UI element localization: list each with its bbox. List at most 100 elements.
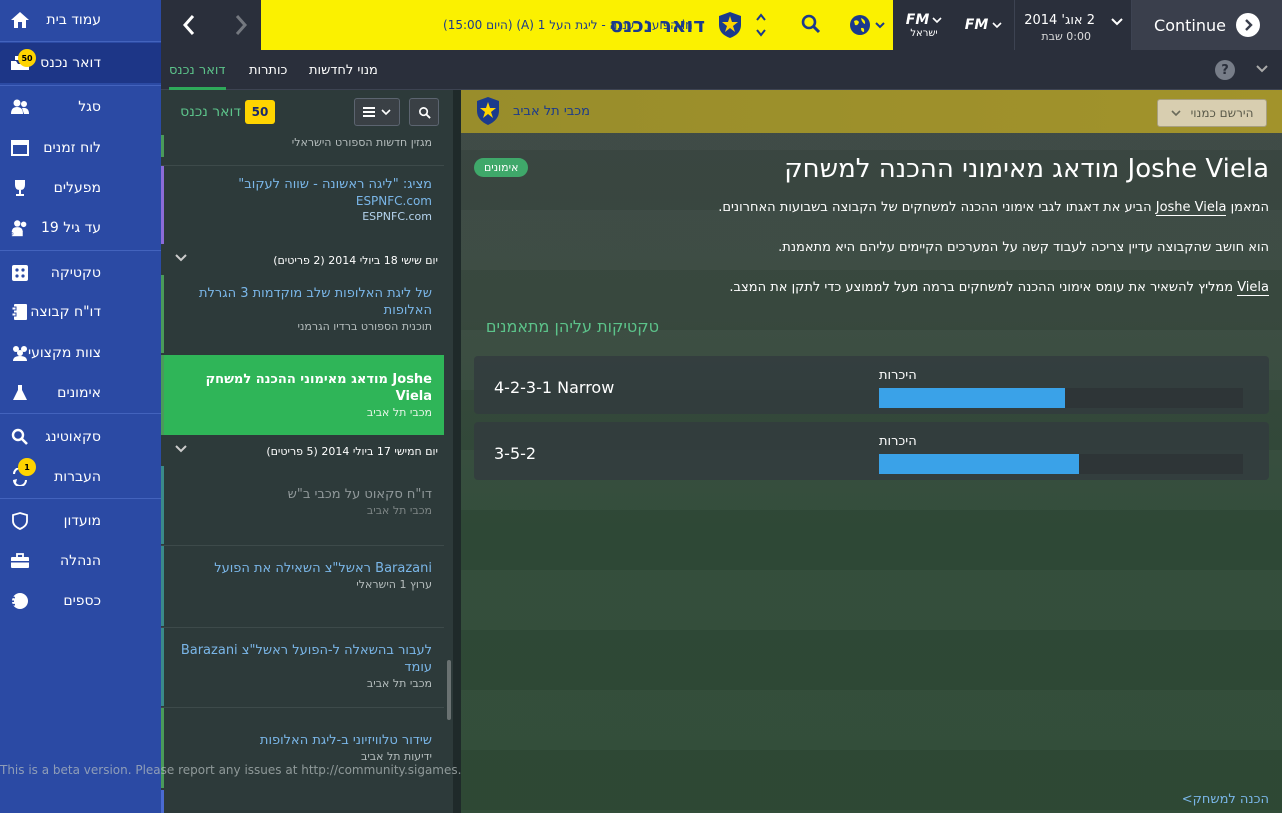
help-icon[interactable]: ? — [1215, 60, 1235, 80]
home-icon — [10, 10, 30, 30]
sidebar-divider — [0, 413, 161, 414]
sidebar-item-label: דו"ח קבוצה — [30, 304, 101, 320]
tactic-row[interactable]: 3-5-2 היכרות — [474, 422, 1269, 480]
message-source: מכבי תל אביב — [366, 504, 432, 517]
club-crest-icon — [717, 11, 743, 43]
sidebar-divider — [0, 41, 161, 42]
switch-club-icon[interactable] — [755, 12, 767, 42]
message-paragraph: המאמן Joshe Viela הביע את דאגתו לגבי אימ… — [718, 200, 1269, 216]
sidebar-item-competitions[interactable]: מפעלים — [0, 168, 161, 208]
inbox-list-panel: דואר נכנס 50 מגזין חדשות הספורט הישראלי … — [161, 90, 453, 813]
sidebar-item-label: מפעלים — [53, 180, 101, 196]
list-item[interactable]: לעבור בהשאלה ל-הפועל ראשל"צ Barazani עומ… — [161, 628, 444, 706]
sidebar-item-home[interactable]: עמוד בית — [0, 0, 161, 40]
sidebar-item-tactics[interactable]: טקטיקה — [0, 253, 161, 293]
message-title: של ליגת האלופות שלב מוקדמות 3 הגרלת האלו… — [198, 286, 432, 318]
inbox-count-badge: 50 — [18, 49, 36, 67]
sidebar-divider — [0, 250, 161, 251]
familiarity-label: היכרות — [879, 368, 917, 383]
back-button[interactable] — [165, 0, 213, 50]
transfers-count-badge: 1 — [18, 458, 36, 476]
sidebar-item-finances[interactable]: £ כספים — [0, 581, 161, 621]
sidebar-divider — [0, 85, 161, 86]
tactic-row[interactable]: 4-2-3-1 Narrow היכרות — [474, 356, 1269, 414]
list-item[interactable]: מציג: "ליגה ראשונה - שווה לעקוב" ESPNFC.… — [161, 166, 444, 244]
beta-notice: This is a beta version. Please report an… — [0, 763, 492, 777]
sidebar-item-staff[interactable]: צוות מקצועי — [0, 333, 161, 373]
message-paragraph: Viela ממליץ להשאיר את עומס אימוני ההכנה … — [729, 280, 1269, 296]
tab-label: מנוי לחדשות — [309, 62, 378, 78]
search-icon — [418, 106, 431, 119]
staff-link[interactable]: Viela — [1237, 280, 1269, 296]
club-link[interactable]: מכבי תל אביב — [513, 104, 590, 119]
chevron-down-icon — [1111, 18, 1123, 26]
message-view: מכבי תל אביב הירשם כמנוי Joshe Viela מוד… — [461, 90, 1282, 813]
forward-button[interactable] — [217, 0, 265, 50]
continue-button[interactable]: Continue — [1132, 0, 1282, 50]
list-options-button[interactable] — [354, 98, 400, 126]
list-item[interactable]: של ליגת האלופות שלב מוקדמות 3 הגרלת האלו… — [161, 275, 444, 353]
sidebar-item-label: צוות מקצועי — [27, 345, 101, 361]
tab-news-subscriptions[interactable]: מנוי לחדשות — [309, 50, 378, 90]
team-report-icon — [10, 302, 30, 322]
category-badge[interactable]: אימונים — [474, 158, 529, 177]
sidebar-item-u19[interactable]: 19 עד גיל 19 — [0, 208, 161, 248]
sidebar-item-schedule[interactable]: לוח זמנים — [0, 128, 161, 168]
fm-logo: FM — [964, 17, 989, 33]
tab-headlines[interactable]: כותרות — [249, 50, 287, 90]
globe-menu[interactable] — [841, 0, 893, 50]
board-icon — [10, 551, 30, 571]
list-item[interactable]: מגזין חדשות הספורט הישראלי — [161, 135, 444, 157]
sidebar-item-inbox[interactable]: 50 דואר נכנס — [0, 43, 161, 83]
chevron-down-icon — [381, 109, 391, 116]
sidebar-item-label: מועדון — [63, 513, 101, 529]
club-header: מכבי תל אביב הירשם כמנוי — [461, 90, 1282, 133]
game-date[interactable]: 2 אוג' 2014 0:00 שבת — [1014, 0, 1132, 50]
club-crest-icon — [475, 96, 501, 130]
sidebar-item-label: סקאוטינג — [45, 429, 101, 445]
tab-inbox[interactable]: דואר נכנס — [169, 50, 226, 90]
tactic-name: 3-5-2 — [494, 444, 537, 463]
staff-link[interactable]: Joshe Viela — [1155, 200, 1227, 216]
calendar-icon — [10, 138, 30, 158]
list-item-selected[interactable]: Joshe מודאג מאימוני ההכנה למשחק Viela מכ… — [161, 355, 444, 435]
message-link[interactable]: ESPNFC.com — [174, 193, 432, 209]
fm-logo-menu[interactable]: FM — [956, 0, 1011, 50]
tab-label: כותרות — [249, 62, 288, 78]
date-group-header[interactable]: יום חמישי 17 ביולי 2014 (5 פריטים) — [161, 437, 444, 465]
message-source: תוכנית הספורט ברדיו הגרמני — [297, 320, 432, 333]
globe-icon — [850, 15, 870, 35]
list-search-button[interactable] — [409, 98, 439, 126]
message-title: דו"ח סקאוט על מכבי ב"ש — [287, 487, 432, 502]
familiarity-bar — [879, 454, 1243, 474]
search-icon — [10, 427, 30, 447]
list-scrollbar[interactable] — [447, 660, 451, 720]
message-source: מגזין חדשות הספורט הישראלי — [291, 136, 432, 149]
sidebar-item-team-report[interactable]: דו"ח קבוצה — [0, 292, 161, 332]
sidebar-item-label: לוח זמנים — [43, 140, 101, 156]
svg-text:£: £ — [11, 595, 16, 609]
sub-tab-bar: דואר נכנס כותרות מנוי לחדשות ? — [161, 50, 1282, 90]
sidebar-item-transfers[interactable]: 1 העברות — [0, 457, 161, 497]
page-title: דואר נכנס — [609, 13, 705, 37]
date-group-header[interactable]: יום שישי 18 ביולי 2014 (2 פריטים) — [161, 246, 444, 274]
sidebar-item-board[interactable]: הנהלה — [0, 541, 161, 581]
sidebar-item-training[interactable]: אימונים — [0, 373, 161, 413]
sidebar-item-label: עמוד בית — [46, 12, 101, 28]
subscribe-button[interactable]: הירשם כמנוי — [1157, 99, 1267, 127]
finances-icon: £ — [10, 591, 30, 611]
sidebar-item-scouting[interactable]: סקאוטינג — [0, 417, 161, 457]
list-item[interactable]: דו"ח סקאוט על מכבי ב"ש מכבי תל אביב — [161, 466, 444, 544]
chevron-left-icon — [182, 15, 195, 35]
fm-menu[interactable]: FM ישראל — [894, 0, 954, 50]
sidebar-item-squad[interactable]: סגל — [0, 87, 161, 127]
search-icon[interactable] — [801, 14, 821, 38]
title-bar: (היום 15:00) (A) הפועל רעננה - ליגת העל … — [261, 0, 893, 50]
match-preparation-link[interactable]: הכנה למשחק> — [1182, 792, 1269, 807]
list-item[interactable]: Barazani ראשל"צ השאילה את הפועל ערוץ 1 ה… — [161, 546, 444, 626]
list-item[interactable] — [161, 790, 444, 813]
sidebar-item-club[interactable]: מועדון — [0, 501, 161, 541]
message-title: לעבור בהשאלה ל-הפועל ראשל"צ Barazani עומ… — [180, 643, 432, 675]
tab-label: דואר נכנס — [169, 62, 226, 78]
sidebar-item-label: אימונים — [57, 385, 101, 401]
